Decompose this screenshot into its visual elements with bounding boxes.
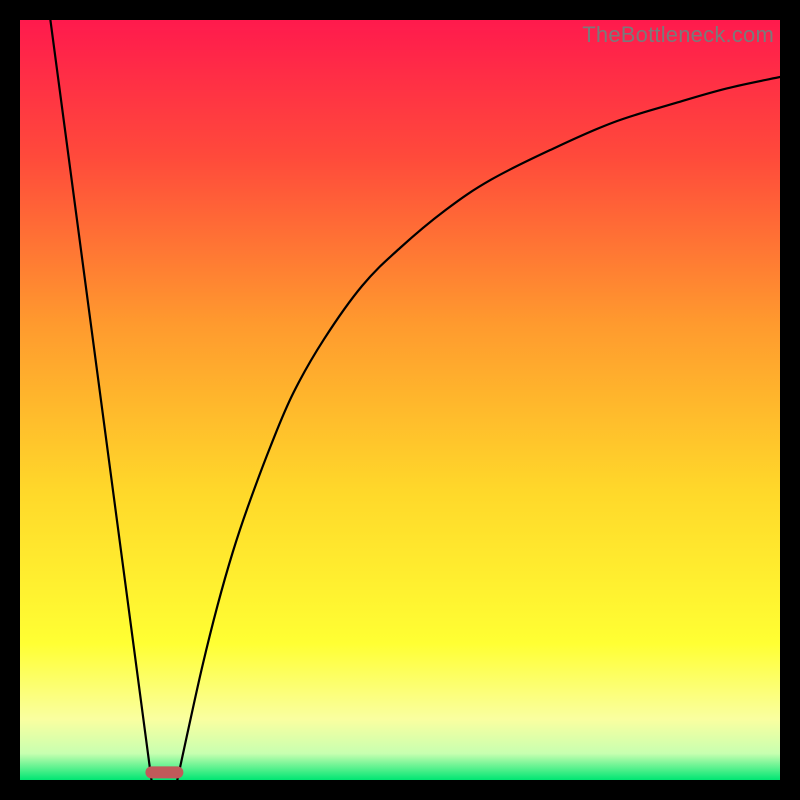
marker-layer xyxy=(145,766,183,778)
gradient-background xyxy=(20,20,780,780)
optimal-marker xyxy=(145,766,183,778)
chart-frame: TheBottleneck.com xyxy=(20,20,780,780)
watermark-text: TheBottleneck.com xyxy=(582,22,774,48)
bottleneck-chart xyxy=(20,20,780,780)
